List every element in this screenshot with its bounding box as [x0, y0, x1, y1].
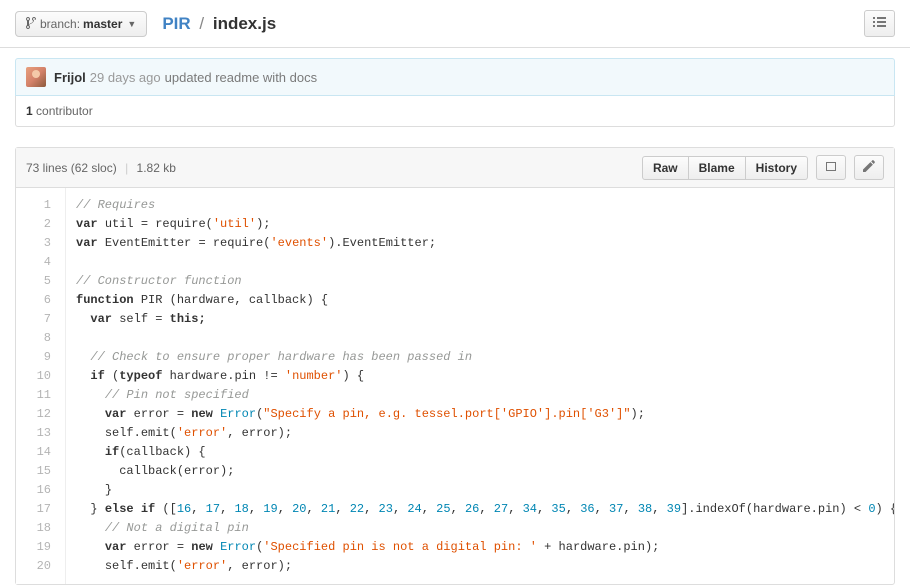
commit-message[interactable]: updated readme with docs — [165, 70, 317, 85]
line-number[interactable]: 15 — [16, 462, 57, 481]
commit-time: 29 days ago — [90, 70, 161, 85]
code-area: 1234567891011121314151617181920 // Requi… — [16, 188, 894, 584]
file-size: 1.82 kb — [137, 161, 176, 175]
line-number[interactable]: 12 — [16, 405, 57, 424]
commit-author[interactable]: Frijol — [54, 70, 86, 85]
breadcrumb-file: index.js — [213, 14, 276, 33]
branch-selector[interactable]: branch: master ▼ — [15, 11, 147, 37]
breadcrumb-sep: / — [199, 14, 204, 33]
avatar[interactable] — [26, 67, 46, 87]
line-number[interactable]: 8 — [16, 329, 57, 348]
line-number[interactable]: 2 — [16, 215, 57, 234]
line-number[interactable]: 3 — [16, 234, 57, 253]
file-info-divider: | — [125, 161, 128, 175]
edit-button[interactable] — [854, 155, 884, 180]
raw-button[interactable]: Raw — [642, 156, 689, 180]
branch-name: master — [83, 17, 122, 31]
breadcrumb-repo[interactable]: PIR — [162, 14, 190, 33]
file-header: 73 lines (62 sloc) | 1.82 kb Raw Blame H… — [16, 148, 894, 188]
caret-down-icon: ▼ — [127, 19, 136, 29]
fullscreen-button[interactable] — [816, 155, 846, 180]
contributors-label: contributor — [36, 104, 93, 118]
code-content[interactable]: // Requires var util = require('util'); … — [66, 188, 894, 584]
line-number[interactable]: 13 — [16, 424, 57, 443]
line-number[interactable]: 5 — [16, 272, 57, 291]
line-number[interactable]: 17 — [16, 500, 57, 519]
file-info: 73 lines (62 sloc) | 1.82 kb — [26, 161, 176, 175]
list-view-button[interactable] — [864, 10, 895, 37]
history-button[interactable]: History — [746, 156, 808, 180]
line-number[interactable]: 9 — [16, 348, 57, 367]
fullscreen-icon — [825, 161, 837, 172]
line-number[interactable]: 10 — [16, 367, 57, 386]
line-number[interactable]: 4 — [16, 253, 57, 272]
pencil-icon — [863, 160, 875, 172]
contributors-count: 1 — [26, 104, 33, 118]
breadcrumb: PIR / index.js — [162, 14, 276, 34]
list-icon — [873, 17, 886, 28]
file-action-group: Raw Blame History — [642, 156, 808, 180]
branch-label: branch: — [40, 17, 80, 31]
branch-icon — [26, 16, 36, 32]
line-number[interactable]: 19 — [16, 538, 57, 557]
blame-button[interactable]: Blame — [689, 156, 746, 180]
line-number[interactable]: 7 — [16, 310, 57, 329]
line-number[interactable]: 16 — [16, 481, 57, 500]
line-number[interactable]: 6 — [16, 291, 57, 310]
line-numbers: 1234567891011121314151617181920 — [16, 188, 66, 584]
contributors-bar: 1 contributor — [15, 96, 895, 127]
commit-tease: Frijol 29 days ago updated readme with d… — [15, 58, 895, 96]
file-box: 73 lines (62 sloc) | 1.82 kb Raw Blame H… — [15, 147, 895, 585]
line-number[interactable]: 11 — [16, 386, 57, 405]
line-number[interactable]: 20 — [16, 557, 57, 576]
line-number[interactable]: 1 — [16, 196, 57, 215]
line-number[interactable]: 14 — [16, 443, 57, 462]
file-lines: 73 lines (62 sloc) — [26, 161, 117, 175]
line-number[interactable]: 18 — [16, 519, 57, 538]
